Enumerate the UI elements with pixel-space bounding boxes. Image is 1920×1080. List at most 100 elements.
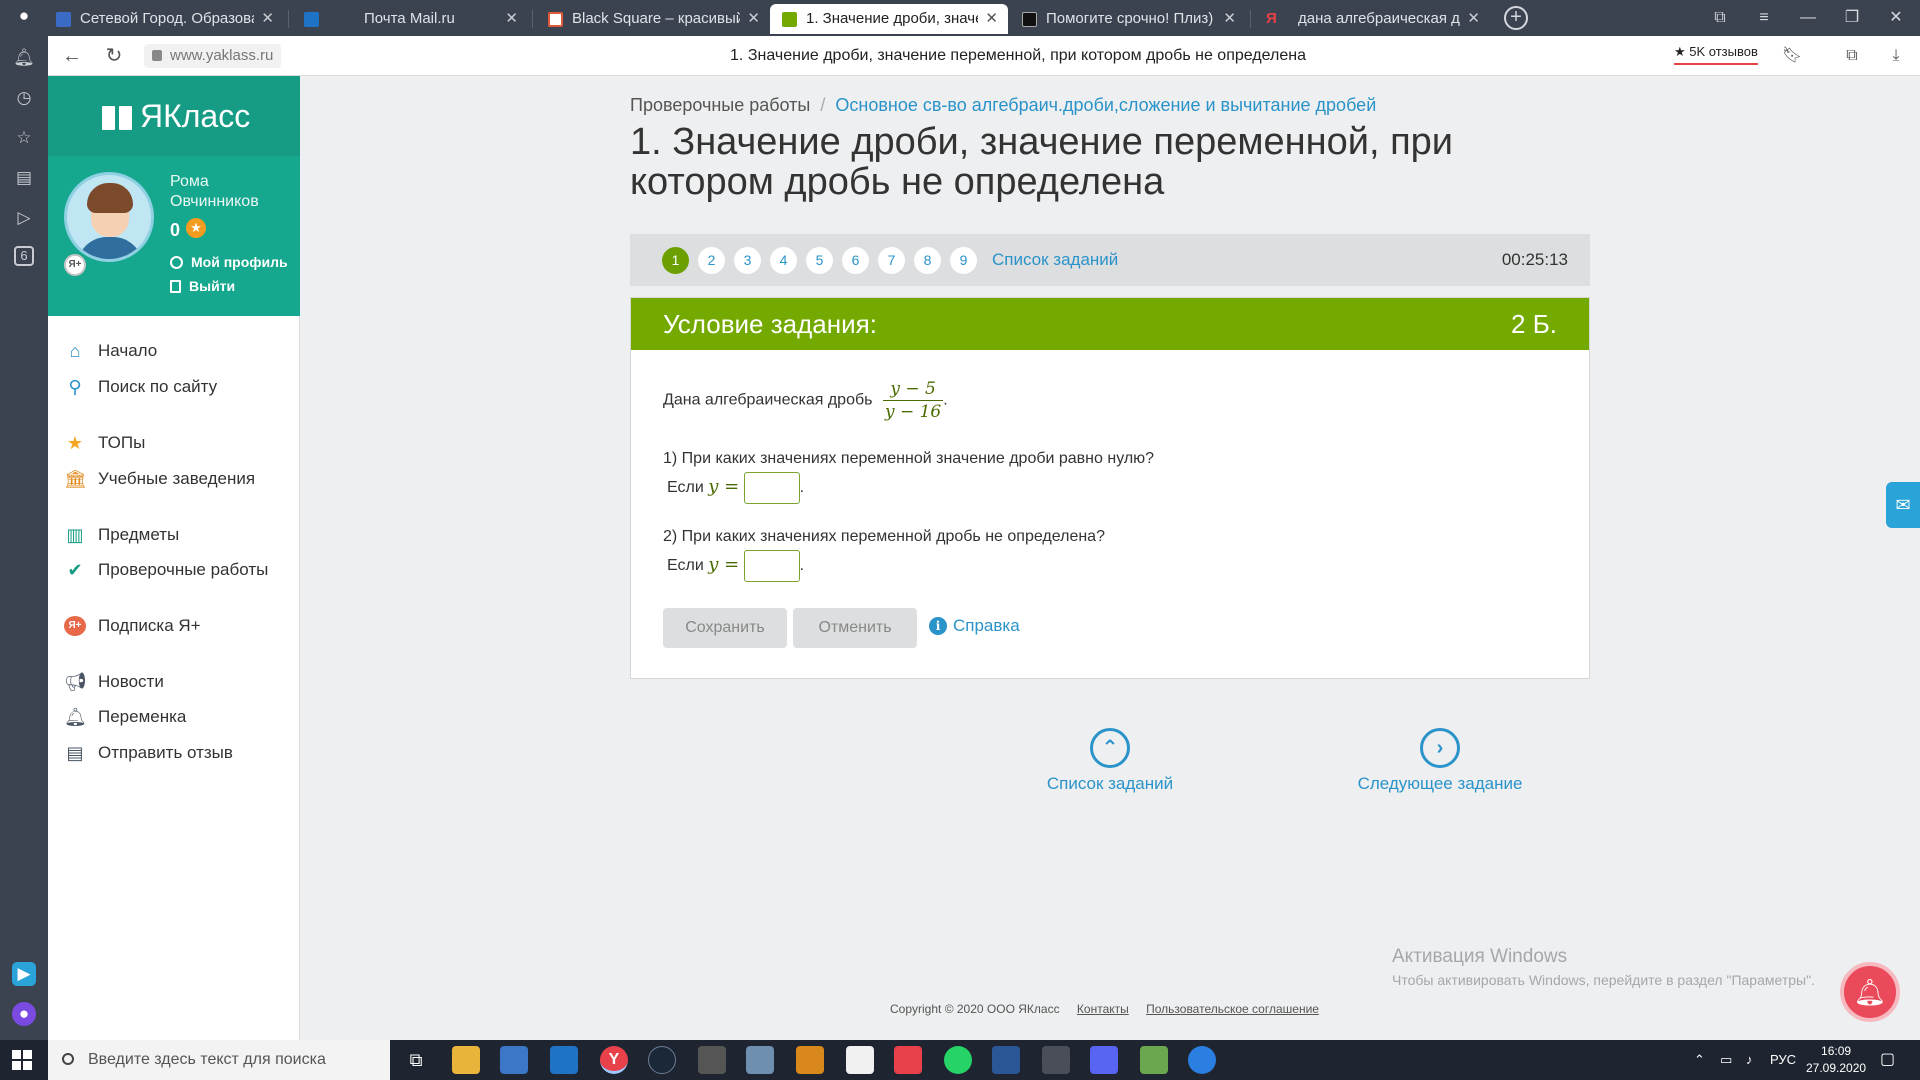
close-tab-icon[interactable]: ✕ [1467, 4, 1480, 34]
sidebar-item-tests[interactable]: ✔ Проверочные работы [64, 557, 268, 583]
question-navigation: 1 2 3 4 5 6 7 8 9 Список заданий 00:25:1… [630, 234, 1590, 286]
close-tab-icon[interactable]: ✕ [1223, 4, 1236, 34]
reload-button[interactable]: ↻ [100, 42, 128, 70]
avatar[interactable] [64, 172, 154, 262]
site-logo[interactable]: ЯКласс [102, 96, 250, 136]
sidebar-item-subjects[interactable]: ▥ Предметы [64, 522, 179, 548]
notification-center-icon[interactable]: ▢ [1880, 1040, 1895, 1080]
user-account-icon[interactable]: ● [12, 4, 36, 28]
close-window-icon[interactable]: ✕ [1874, 0, 1918, 36]
save-button[interactable]: Сохранить [663, 608, 787, 648]
cancel-button[interactable]: Отменить [793, 608, 917, 648]
sidebar-item-break[interactable]: 🔔︎ Переменка [64, 704, 186, 730]
browser-tab[interactable]: Я дана алгебраическая дробь ✕ [1254, 4, 1490, 34]
yandex-icon[interactable] [894, 1046, 922, 1074]
file-explorer-icon[interactable] [452, 1046, 480, 1074]
task-list-link[interactable]: Список заданий [992, 234, 1118, 286]
word-icon[interactable] [992, 1046, 1020, 1074]
app-icon[interactable] [796, 1046, 824, 1074]
next-task-button[interactable]: › Следующее задание [1352, 728, 1528, 794]
question-number[interactable]: 7 [878, 247, 905, 274]
app-icon[interactable] [698, 1046, 726, 1074]
sidebar-item-tops[interactable]: ★ ТОПы [64, 430, 145, 456]
minecraft-icon[interactable] [1140, 1046, 1168, 1074]
question-number[interactable]: 2 [698, 247, 725, 274]
windows-start-icon[interactable] [12, 1050, 32, 1070]
app-icon[interactable] [746, 1046, 774, 1074]
mail-feedback-icon[interactable]: ✉ [1886, 482, 1920, 528]
sidebar-item-search[interactable]: ⚲ Поиск по сайту [64, 374, 217, 400]
yaklass-favicon-icon [782, 12, 797, 27]
reviews-badge[interactable]: ★ 5K отзывов [1674, 44, 1758, 65]
close-tab-icon[interactable]: ✕ [747, 4, 760, 34]
answer-input-1[interactable] [743, 472, 800, 504]
volume-icon[interactable]: ♪ [1746, 1040, 1753, 1080]
logout-link[interactable]: Выйти [170, 278, 235, 294]
store-icon[interactable] [500, 1046, 528, 1074]
browser-tab-active[interactable]: 1. Значение дроби, значени ✕ [770, 4, 1008, 34]
close-tab-icon[interactable]: ✕ [261, 4, 274, 34]
sidebar-item-feedback[interactable]: ▤ Отправить отзыв [64, 740, 232, 766]
mail-app-icon[interactable] [550, 1046, 578, 1074]
notification-bell-icon[interactable]: 🔔︎ [1840, 962, 1900, 1022]
collections-button-icon[interactable]: ⧉ [1840, 44, 1864, 68]
alice-assistant-icon[interactable]: ● [12, 1002, 36, 1026]
help-link[interactable]: i Справка [929, 616, 1020, 636]
taskbar-clock[interactable]: 16:09 27.09.2020 [1806, 1043, 1866, 1077]
discord-icon[interactable] [1090, 1046, 1118, 1074]
task-list-nav-button[interactable]: ⌃ Список заданий [1030, 728, 1190, 794]
restore-icon[interactable]: ❐ [1830, 0, 1874, 36]
sidebar-item-schools[interactable]: 🏛︎ Учебные заведения [64, 466, 255, 492]
my-profile-link[interactable]: Мой профиль [170, 254, 288, 270]
new-tab-button[interactable]: + [1504, 6, 1528, 30]
url-field[interactable]: www.yaklass.ru [144, 44, 282, 68]
sidebar-item-subscription[interactable]: Я+ Подписка Я+ [64, 613, 201, 639]
whatsapp-icon[interactable] [944, 1046, 972, 1074]
tabs-list-icon[interactable]: ⧉ [1698, 0, 1742, 36]
app-icon[interactable] [1188, 1046, 1216, 1074]
agreement-link[interactable]: Пользовательское соглашение [1146, 1002, 1319, 1016]
question-number-current[interactable]: 1 [662, 247, 689, 274]
video-icon[interactable]: ▷ [12, 206, 36, 230]
question-number[interactable]: 8 [914, 247, 941, 274]
breadcrumb-link[interactable]: Основное св-во алгебраич.дроби,сложение … [835, 95, 1376, 115]
task-view-icon[interactable]: ⧉ [402, 1046, 430, 1074]
minimize-icon[interactable]: — [1786, 0, 1830, 36]
back-button[interactable]: ← [58, 42, 86, 70]
downloads-icon[interactable]: ⤓ [1884, 44, 1908, 68]
question-number[interactable]: 9 [950, 247, 977, 274]
network-icon[interactable]: ▭ [1720, 1040, 1732, 1080]
breadcrumb-root[interactable]: Проверочные работы [630, 95, 810, 115]
steam-icon[interactable] [648, 1046, 676, 1074]
browser-tab[interactable]: Почта Mail.ru ✕ [292, 4, 528, 34]
sidebar-item-home[interactable]: ⌂ Начало [64, 338, 158, 364]
messenger-icon[interactable]: ▶ [12, 962, 36, 986]
if-label: Если [667, 479, 704, 497]
tray-overflow-icon[interactable]: ⌃ [1694, 1040, 1705, 1080]
yandex-browser-icon[interactable]: Y [600, 1046, 628, 1074]
browser-tab[interactable]: Помогите срочно! Плиз) - Ш ✕ [1010, 4, 1246, 34]
close-tab-icon[interactable]: ✕ [505, 4, 518, 34]
question-number[interactable]: 4 [770, 247, 797, 274]
bookmark-icon[interactable]: 🔖︎ [1780, 44, 1804, 68]
sidebar-item-news[interactable]: 📢︎ Новости [64, 669, 164, 695]
question-number[interactable]: 3 [734, 247, 761, 274]
question-number[interactable]: 5 [806, 247, 833, 274]
menu-icon[interactable]: ≡ [1742, 0, 1786, 36]
input-language[interactable]: РУС [1770, 1040, 1796, 1080]
contacts-link[interactable]: Контакты [1077, 1002, 1129, 1016]
browser-tab[interactable]: Сетевой Город. Образование ✕ [44, 4, 284, 34]
answer-input-2[interactable] [743, 550, 800, 582]
bookmarks-icon[interactable]: ☆ [12, 126, 36, 150]
task-intro-text: Дана алгебраическая дробь [663, 391, 873, 409]
notifications-icon[interactable]: 🔔︎ [12, 46, 36, 70]
taskbar-search-input[interactable]: Введите здесь текст для поиска [48, 1040, 390, 1080]
game-icon[interactable] [1042, 1046, 1070, 1074]
question-number[interactable]: 6 [842, 247, 869, 274]
browser-tab[interactable]: Black Square – красивый шр ✕ [536, 4, 770, 34]
document-icon[interactable] [846, 1046, 874, 1074]
history-icon[interactable]: ◷ [12, 86, 36, 110]
collections-icon[interactable]: ▤ [12, 166, 36, 190]
close-tab-icon[interactable]: ✕ [985, 4, 998, 34]
counter-badge-icon[interactable]: 6 [14, 246, 34, 266]
